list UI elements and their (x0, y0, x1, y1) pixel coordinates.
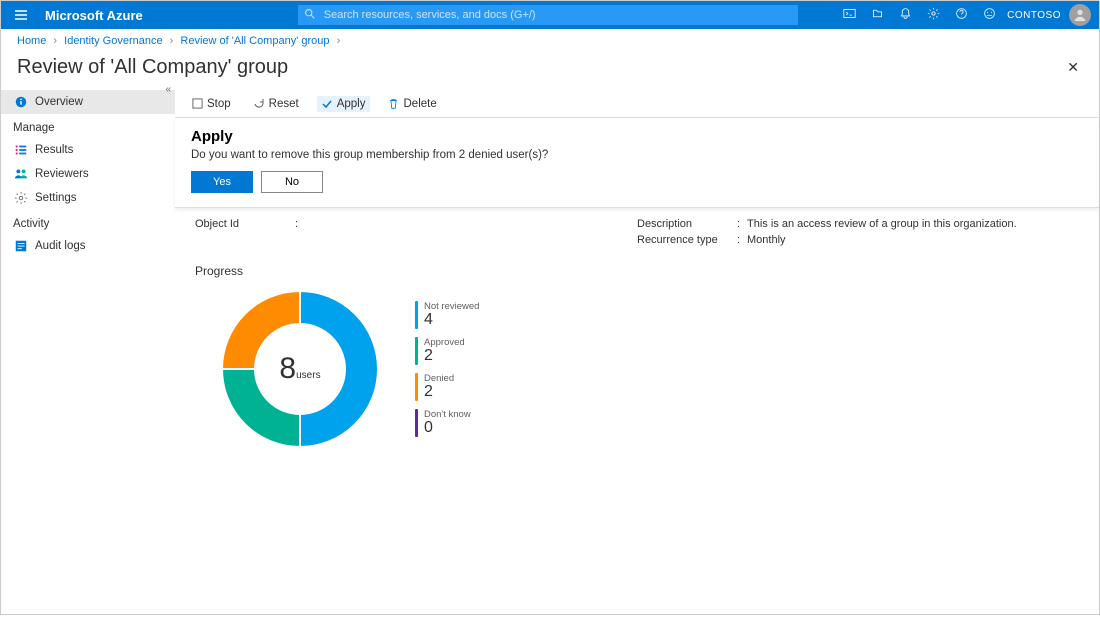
brand-label: Microsoft Azure (45, 8, 143, 23)
toolbar-label: Delete (404, 98, 437, 110)
apply-panel-message: Do you want to remove this group members… (191, 149, 1083, 161)
object-id-label: Object Id (195, 218, 295, 230)
chevron-right-icon: › (337, 35, 341, 47)
progress-title: Progress (195, 264, 1079, 278)
sidebar-item-reviewers[interactable]: Reviewers (1, 162, 175, 186)
chevron-right-icon: › (53, 35, 57, 47)
sidebar-item-label: Results (35, 144, 73, 156)
legend-color-bar (415, 409, 418, 437)
stop-icon (191, 98, 203, 110)
sidebar-item-label: Audit logs (35, 240, 86, 252)
legend-value: 0 (424, 420, 471, 436)
sidebar: « Overview Manage Results Reviewers Sett… (1, 90, 175, 623)
sidebar-item-audit-logs[interactable]: Audit logs (1, 234, 175, 258)
toolbar-label: Apply (337, 98, 366, 110)
toolbar: Stop Reset Apply Delete (175, 90, 1099, 118)
close-icon[interactable]: ✕ (1063, 55, 1083, 80)
delete-icon (388, 98, 400, 110)
reviewers-icon (13, 167, 29, 181)
recurrence-value: Monthly (747, 234, 786, 246)
notifications-icon[interactable] (891, 7, 919, 23)
legend-item-not-reviewed: Not reviewed 4 (415, 301, 479, 329)
chevron-right-icon: › (170, 35, 174, 47)
yes-button[interactable]: Yes (191, 171, 253, 193)
legend-color-bar (415, 373, 418, 401)
breadcrumb-review[interactable]: Review of 'All Company' group (180, 35, 329, 47)
recurrence-label: Recurrence type (637, 234, 737, 246)
cloud-shell-icon[interactable] (835, 7, 863, 23)
legend-color-bar (415, 337, 418, 365)
top-icon-bar (835, 7, 1003, 23)
apply-button[interactable]: Apply (317, 96, 370, 112)
breadcrumb-identity-governance[interactable]: Identity Governance (64, 35, 162, 47)
feedback-icon[interactable] (975, 7, 1003, 23)
legend-value: 2 (424, 384, 454, 400)
apply-panel-title: Apply (191, 128, 1083, 145)
sidebar-item-label: Overview (35, 96, 83, 108)
info-icon (13, 95, 29, 109)
legend-value: 2 (424, 348, 465, 364)
audit-icon (13, 239, 29, 253)
legend-value: 4 (424, 312, 479, 328)
sidebar-item-label: Reviewers (35, 168, 89, 180)
results-icon (13, 143, 29, 157)
sidebar-heading-activity: Activity (1, 210, 175, 234)
progress-legend: Not reviewed 4 Approved 2 (415, 301, 479, 437)
main-content: Stop Reset Apply Delete Apply Do you wan… (175, 90, 1099, 623)
stop-button[interactable]: Stop (187, 96, 235, 112)
sidebar-item-label: Settings (35, 192, 77, 204)
search-icon (304, 8, 315, 22)
gear-icon (13, 191, 29, 205)
collapse-chevron-icon[interactable]: « (165, 84, 171, 95)
sidebar-heading-manage: Manage (1, 114, 175, 138)
topbar: Microsoft Azure CONTOSO (1, 1, 1099, 29)
breadcrumb-home[interactable]: Home (17, 35, 46, 47)
toolbar-label: Stop (207, 98, 231, 110)
check-icon (321, 98, 333, 110)
settings-icon[interactable] (919, 7, 947, 23)
legend-color-bar (415, 301, 418, 329)
search-box[interactable] (298, 5, 798, 25)
donut-total-value: 8 (279, 352, 296, 385)
details-section: Object Id : Description : This is an acc… (175, 208, 1099, 260)
no-button[interactable]: No (261, 171, 323, 193)
sidebar-item-settings[interactable]: Settings (1, 186, 175, 210)
reset-button[interactable]: Reset (249, 96, 303, 112)
description-value: This is an access review of a group in t… (747, 218, 1017, 230)
description-label: Description (637, 218, 737, 230)
page-title: Review of 'All Company' group (17, 56, 288, 79)
sidebar-item-overview[interactable]: Overview (1, 90, 175, 114)
tenant-label[interactable]: CONTOSO (1007, 10, 1061, 21)
breadcrumb: Home › Identity Governance › Review of '… (1, 29, 1099, 53)
toolbar-label: Reset (269, 98, 299, 110)
directory-icon[interactable] (863, 7, 891, 23)
legend-item-approved: Approved 2 (415, 337, 479, 365)
sidebar-item-results[interactable]: Results (1, 138, 175, 162)
avatar[interactable] (1069, 4, 1091, 26)
legend-item-denied: Denied 2 (415, 373, 479, 401)
search-input[interactable] (298, 5, 798, 25)
help-icon[interactable] (947, 7, 975, 23)
donut-total-unit: users (296, 370, 320, 381)
reset-icon (253, 98, 265, 110)
menu-icon[interactable] (1, 8, 41, 22)
legend-item-dont-know: Don't know 0 (415, 409, 479, 437)
progress-donut-chart: 8users (215, 284, 385, 454)
apply-confirmation-panel: Apply Do you want to remove this group m… (175, 118, 1099, 208)
delete-button[interactable]: Delete (384, 96, 441, 112)
progress-section: Progress 8users Not reviewed 4 (175, 260, 1099, 458)
